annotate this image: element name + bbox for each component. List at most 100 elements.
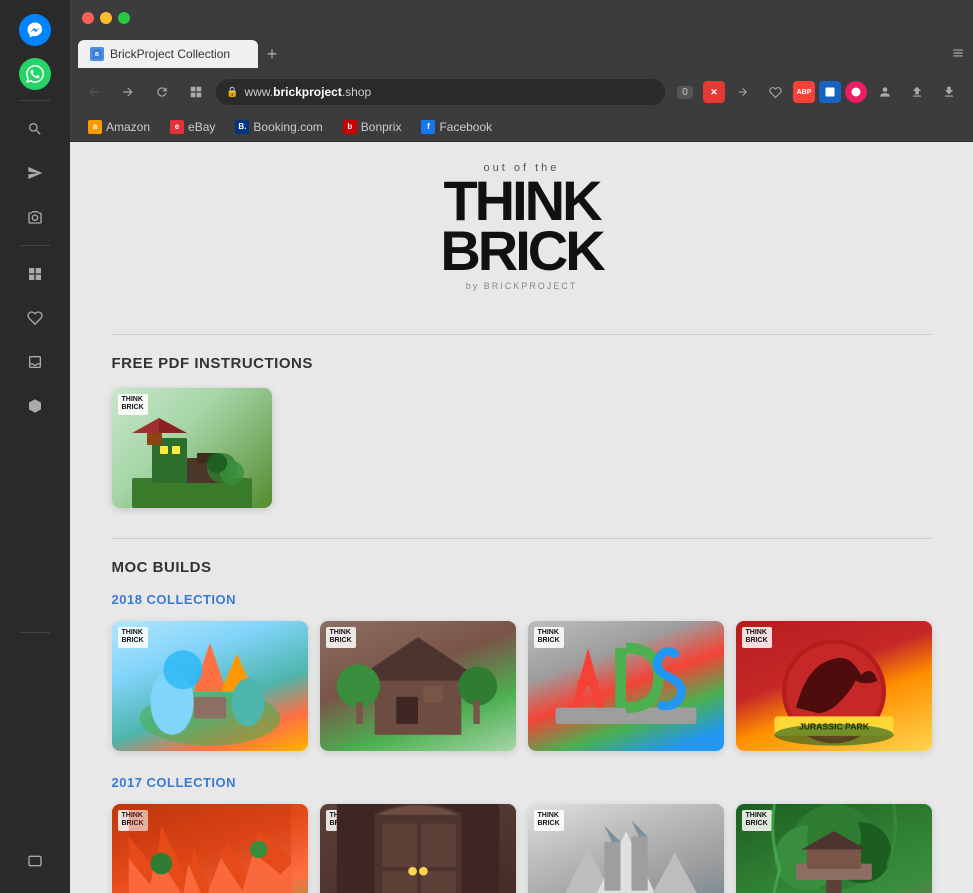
bookmark-bonprix[interactable]: b Bonprix [335,118,410,136]
build-card-hogwarts[interactable]: THINKBRICK [528,804,724,893]
sidebar-icon-grid[interactable] [17,256,53,292]
adblock-extension[interactable]: ABP [793,81,815,103]
build-svg [736,804,932,893]
address-bar[interactable]: 🔒 www.brickproject.shop [216,79,665,105]
build-card-alphabet[interactable]: THINKBRICK [528,621,724,751]
build-card-bg: THINKBRICK [320,621,516,751]
sidebar [0,0,70,893]
booking-favicon: B. [235,120,249,134]
tab-label: BrickProject Collection [110,47,230,61]
title-bar [70,0,973,36]
bookmark-bonprix-label: Bonprix [361,120,402,134]
tab-bar: B BrickProject Collection + [70,36,973,72]
build-card-red-canyon[interactable]: THINKBRICK [112,804,308,893]
section-free-pdf: FREE PDF INSTRUCTIONS THINKBRICK [112,355,932,508]
new-tab-button[interactable]: + [258,40,286,68]
bookmark-heart-button[interactable] [761,78,789,106]
forward-button[interactable] [114,78,142,106]
download-button[interactable] [935,78,963,106]
share-button[interactable] [729,78,757,106]
bookmark-facebook-label: Facebook [439,120,492,134]
build-card-fantasy-land[interactable]: THINKBRICK [112,621,308,751]
traffic-lights [82,12,130,24]
collection-2018-title: 2018 COLLECTION [112,592,932,607]
sidebar-icon-inbox[interactable] [17,344,53,380]
toolbar: 🔒 www.brickproject.shop 0 ✕ [70,72,973,112]
active-tab[interactable]: B BrickProject Collection [78,40,258,68]
build-svg [320,621,516,751]
ebay-favicon: e [170,120,184,134]
url-display: www.brickproject.shop [244,85,371,99]
build-card-bg: THINKBRICK [112,804,308,893]
moc-builds-title: MOC BUILDS [112,559,932,576]
build-svg [112,804,308,893]
build-card-jurassic[interactable]: THINKBRICK JURASSIC PARK [736,621,932,751]
upload-button[interactable] [903,78,931,106]
build-svg [528,804,724,893]
collection-2017-title: 2017 COLLECTION [112,775,932,790]
sidebar-icon-window[interactable] [17,843,53,879]
url-suffix: .shop [342,85,371,99]
pdf-instruction-card[interactable]: THINKBRICK [112,388,272,508]
bonprix-favicon: b [343,120,357,134]
bookmark-ebay[interactable]: e eBay [162,118,223,136]
build-card-old-door[interactable]: THINKBRICK [320,804,516,893]
builds-grid-2018: THINKBRICK [112,621,932,751]
ext-blue[interactable] [819,81,841,103]
build-card-medieval-cabin[interactable]: THINKBRICK [320,621,516,751]
bookmarks-bar: a Amazon e eBay B. Booking.com b Bonprix… [70,112,973,142]
build-svg [528,621,724,751]
section-divider-2 [112,538,932,539]
sidebar-icon-box[interactable] [17,388,53,424]
sidebar-divider-3 [20,632,50,633]
url-domain: brickproject [273,85,342,99]
bookmark-amazon-label: Amazon [106,120,150,134]
build-svg [112,621,308,751]
logo-brick: BRICK [440,226,602,276]
grid-button[interactable] [182,78,210,106]
sidebar-divider-2 [20,245,50,246]
free-pdf-title: FREE PDF INSTRUCTIONS [112,355,932,372]
close-button[interactable] [82,12,94,24]
build-svg [320,804,516,893]
sidebar-icon-search[interactable] [17,111,53,147]
minimize-button[interactable] [100,12,112,24]
site-logo: out of the THINK BRICK by BRICKPROJECT [112,142,932,324]
build-card-bg: THINKBRICK [528,621,724,751]
amazon-favicon: a [88,120,102,134]
svg-text:B: B [95,52,99,58]
build-card-bg: THINKBRICK [112,621,308,751]
bookmark-booking[interactable]: B. Booking.com [227,118,330,136]
url-prefix: www. [244,85,273,99]
bookmark-amazon[interactable]: a Amazon [80,118,158,136]
sidebar-icon-messenger[interactable] [19,14,51,46]
facebook-favicon: f [421,120,435,134]
web-content[interactable]: out of the THINK BRICK by BRICKPROJECT F… [70,142,973,893]
build-card-bg: THINKBRICK [736,804,932,893]
sidebar-icon-whatsapp[interactable] [19,58,51,90]
build-card-jungle[interactable]: THINKBRICK [736,804,932,893]
bookmark-booking-label: Booking.com [253,120,322,134]
pdf-build-svg [132,418,252,508]
toolbar-right-buttons: 0 ✕ ABP [671,78,963,106]
sidebar-icon-send[interactable] [17,155,53,191]
vpn-icon[interactable]: ✕ [703,81,725,103]
reload-button[interactable] [148,78,176,106]
logo-by: by BRICKPROJECT [440,281,602,291]
ext-pink[interactable] [845,81,867,103]
page-content: out of the THINK BRICK by BRICKPROJECT F… [72,142,972,893]
builds-grid-2017: THINKBRICK [112,804,932,893]
back-button[interactable] [80,78,108,106]
account-button[interactable] [871,78,899,106]
notifications-button[interactable]: 0 [671,78,699,106]
bookmark-facebook[interactable]: f Facebook [413,118,500,136]
maximize-button[interactable] [118,12,130,24]
tab-favicon: B [90,47,104,61]
section-moc-builds: MOC BUILDS 2018 COLLECTION THINKBRICK [112,559,932,893]
sidebar-icon-heart[interactable] [17,300,53,336]
browser-window: B BrickProject Collection + [70,0,973,893]
sidebar-icon-camera[interactable] [17,199,53,235]
build-card-bg: THINKBRICK JURASSIC PARK [736,621,932,751]
sidebar-divider-1 [20,100,50,101]
tab-menu-button[interactable] [951,46,965,63]
